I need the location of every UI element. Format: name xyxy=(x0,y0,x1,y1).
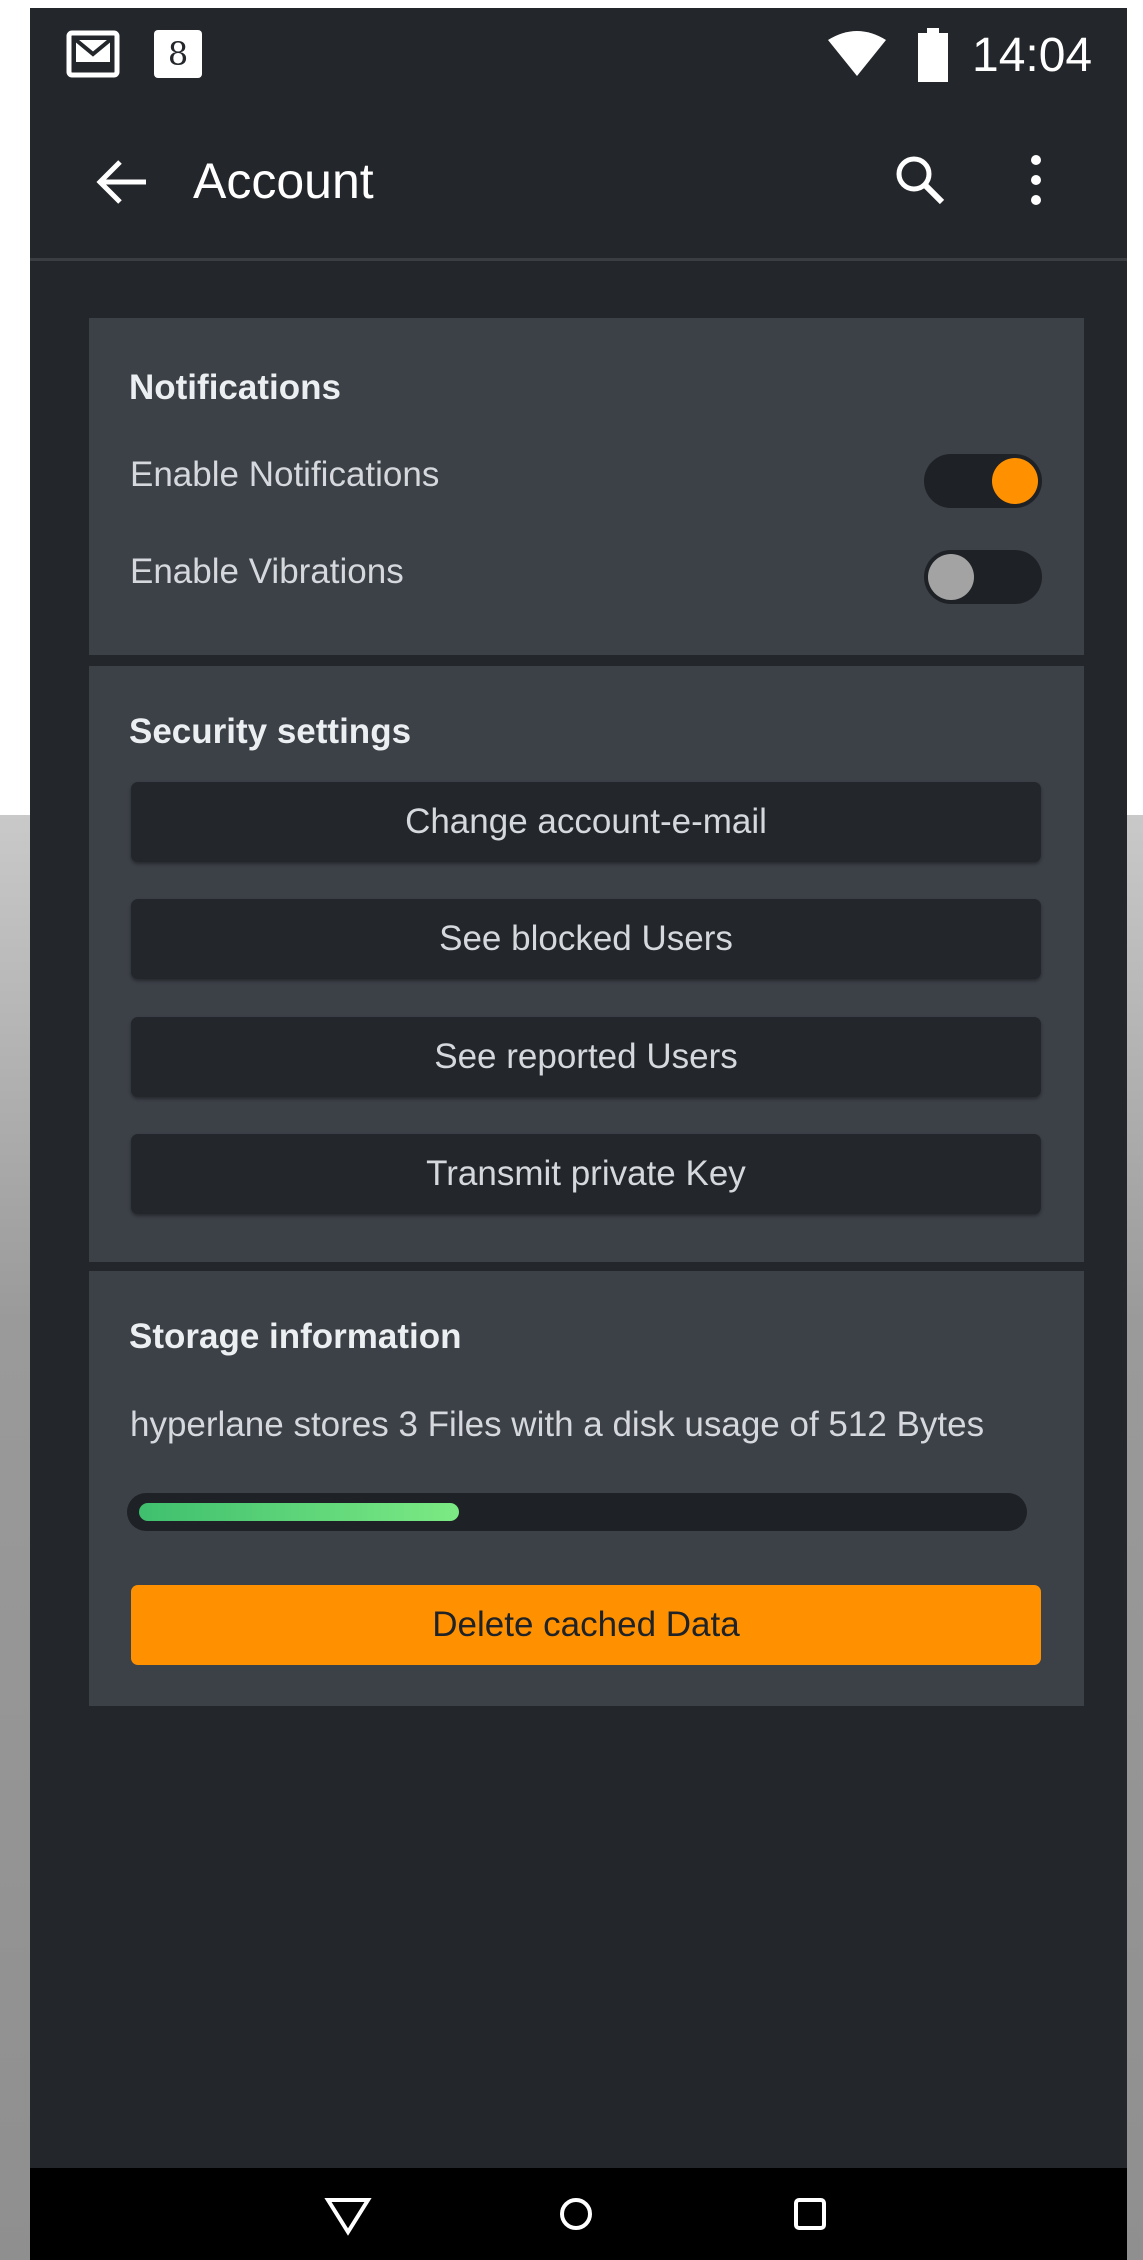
enable-notifications-toggle[interactable] xyxy=(924,454,1042,508)
storage-description: hyperlane stores 3 Files with a disk usa… xyxy=(130,1405,985,1444)
more-vert-icon[interactable] xyxy=(1014,148,1058,212)
google-plus-icon: 8 xyxy=(154,30,202,78)
transmit-private-key-button[interactable]: Transmit private Key xyxy=(131,1134,1041,1214)
nav-back-icon[interactable] xyxy=(322,2188,374,2240)
search-icon[interactable] xyxy=(888,148,952,212)
enable-vibrations-label: Enable Vibrations xyxy=(130,552,404,591)
see-blocked-users-button[interactable]: See blocked Users xyxy=(131,899,1041,979)
navigation-bar xyxy=(30,2168,1127,2260)
notifications-title: Notifications xyxy=(129,368,341,407)
see-reported-users-button[interactable]: See reported Users xyxy=(131,1017,1041,1097)
gmail-icon xyxy=(66,30,120,78)
storage-title: Storage information xyxy=(129,1317,462,1356)
back-arrow-icon[interactable] xyxy=(90,150,154,214)
battery-icon xyxy=(918,28,948,82)
nav-recents-icon[interactable] xyxy=(784,2188,836,2240)
wifi-icon xyxy=(828,31,886,76)
notifications-card: Notifications Enable Notifications Enabl… xyxy=(89,318,1084,655)
storage-progress-fill xyxy=(139,1503,459,1521)
storage-progress-bar xyxy=(127,1493,1027,1531)
status-time: 14:04 xyxy=(972,29,1093,82)
toggle-knob xyxy=(928,554,974,600)
status-bar: 8 14:04 xyxy=(30,8,1127,104)
delete-cached-data-button[interactable]: Delete cached Data xyxy=(131,1585,1041,1665)
app-bar: Account xyxy=(30,104,1127,261)
security-card: Security settings Change account-e-mail … xyxy=(89,666,1084,1262)
page-title: Account xyxy=(193,153,374,209)
toggle-knob xyxy=(992,458,1038,504)
enable-notifications-label: Enable Notifications xyxy=(130,455,440,494)
nav-home-icon[interactable] xyxy=(550,2188,602,2240)
app-screen: 8 14:04 Account Notifications Enable Not… xyxy=(30,8,1127,2260)
enable-vibrations-toggle[interactable] xyxy=(924,550,1042,604)
storage-card: Storage information hyperlane stores 3 F… xyxy=(89,1271,1084,1706)
change-email-button[interactable]: Change account-e-mail xyxy=(131,782,1041,862)
security-title: Security settings xyxy=(129,712,412,751)
